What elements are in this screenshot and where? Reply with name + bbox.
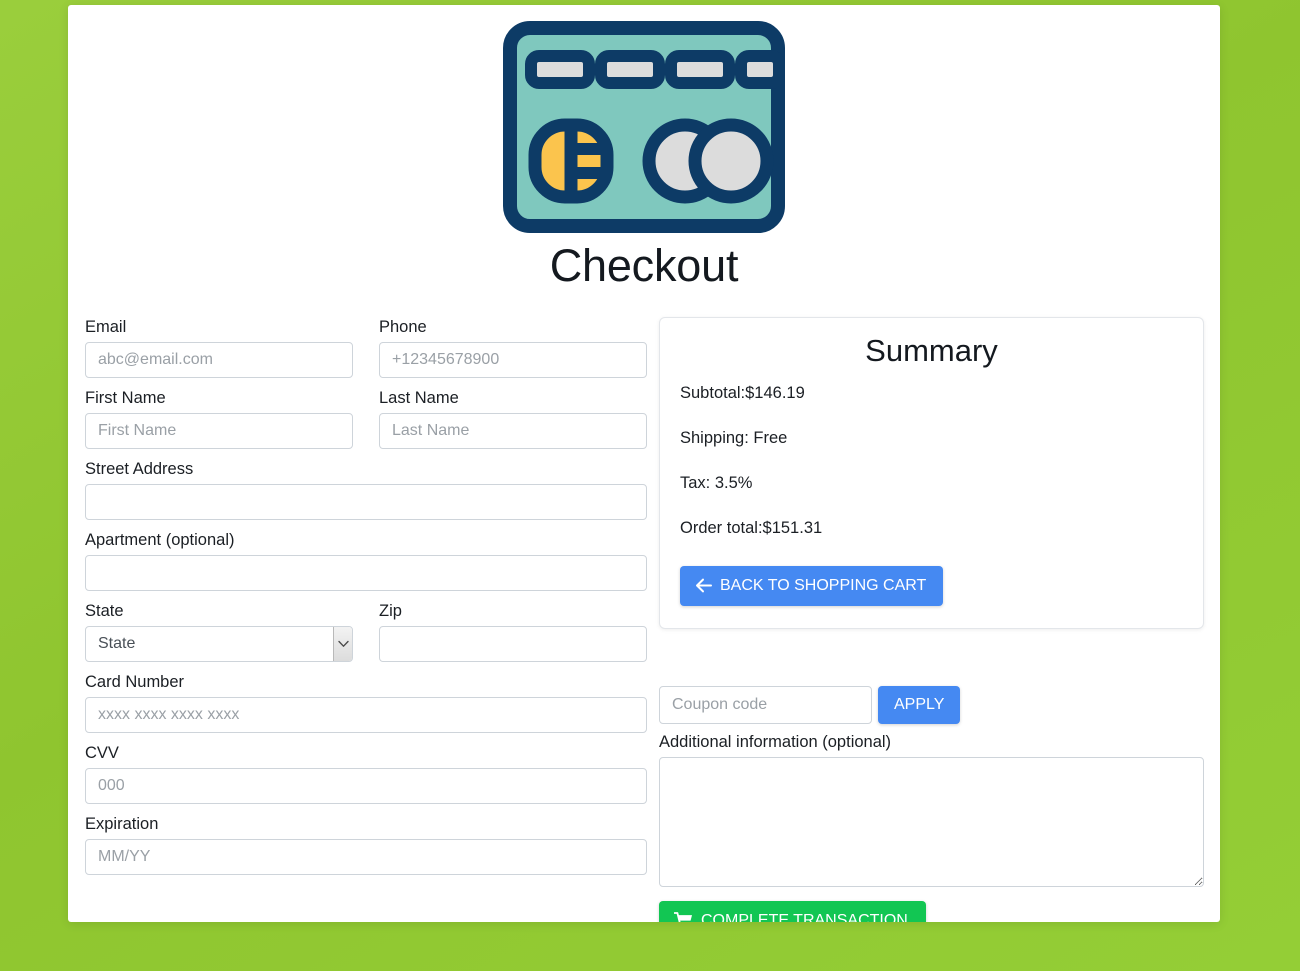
back-to-shopping-cart-label: BACK TO SHOPPING CART xyxy=(720,576,927,594)
last-name-input[interactable] xyxy=(379,412,647,449)
phone-field-group: Phone xyxy=(379,317,647,378)
expiration-input[interactable] xyxy=(85,838,647,875)
back-to-shopping-cart-button[interactable]: BACK TO SHOPPING CART xyxy=(680,565,944,606)
cvv-field-group: CVV xyxy=(85,743,647,804)
summary-title: Summary xyxy=(865,332,998,368)
state-select-wrapper[interactable]: State xyxy=(85,625,353,662)
summary-tax: Tax: 3.5% xyxy=(680,473,753,492)
street-address-field-group: Street Address xyxy=(85,459,647,520)
summary-order-total: Order total:$151.31 xyxy=(680,518,823,537)
state-label: State xyxy=(85,601,124,620)
arrow-left-icon xyxy=(696,578,712,593)
apply-coupon-label: APPLY xyxy=(894,695,945,713)
cvv-input[interactable] xyxy=(85,767,647,804)
state-field-group: State State xyxy=(85,601,353,662)
cvv-label: CVV xyxy=(85,743,119,762)
summary-shipping: Shipping: Free xyxy=(680,428,788,447)
coupon-row: APPLY xyxy=(659,685,1204,724)
street-address-input[interactable] xyxy=(85,483,647,520)
zip-input[interactable] xyxy=(379,625,647,662)
expiration-label: Expiration xyxy=(85,814,159,833)
apartment-label: Apartment (optional) xyxy=(85,530,235,549)
first-name-input[interactable] xyxy=(85,412,353,449)
state-zip-row: State State Zip xyxy=(85,601,647,672)
zip-field-group: Zip xyxy=(379,601,647,662)
email-field-group: Email xyxy=(85,317,353,378)
complete-transaction-button[interactable]: COMPLETE TRANSACTION xyxy=(659,900,926,922)
apartment-field-group: Apartment (optional) xyxy=(85,530,647,591)
phone-label: Phone xyxy=(379,317,427,336)
apartment-input[interactable] xyxy=(85,554,647,591)
checkout-page-card: Checkout Email Phone First Name xyxy=(68,5,1220,922)
complete-transaction-label: COMPLETE TRANSACTION xyxy=(701,911,908,922)
email-phone-row: Email Phone xyxy=(85,317,647,388)
shopping-cart-icon xyxy=(674,912,692,922)
page-header: Checkout xyxy=(68,5,1220,291)
additional-information-textarea[interactable] xyxy=(659,756,1204,887)
summary-panel: Summary Subtotal:$146.19 Shipping: Free … xyxy=(659,316,1204,629)
last-name-label: Last Name xyxy=(379,388,459,407)
additional-information-label: Additional information (optional) xyxy=(659,732,892,751)
phone-input[interactable] xyxy=(379,341,647,378)
last-name-field-group: Last Name xyxy=(379,388,647,449)
name-row: First Name Last Name xyxy=(85,388,647,459)
zip-label: Zip xyxy=(379,601,402,620)
billing-form: Email Phone First Name Last Name xyxy=(85,317,647,885)
page-title: Checkout xyxy=(549,240,739,291)
email-input[interactable] xyxy=(85,341,353,378)
summary-subtotal: Subtotal:$146.19 xyxy=(680,383,805,402)
street-address-label: Street Address xyxy=(85,459,194,478)
first-name-label: First Name xyxy=(85,388,166,407)
credit-card-icon xyxy=(503,21,785,233)
card-number-label: Card Number xyxy=(85,672,185,691)
apply-coupon-button[interactable]: APPLY xyxy=(878,685,961,724)
card-number-field-group: Card Number xyxy=(85,672,647,733)
order-summary-column: Summary Subtotal:$146.19 Shipping: Free … xyxy=(659,316,1204,922)
coupon-code-input[interactable] xyxy=(659,685,872,724)
state-select[interactable]: State xyxy=(85,625,353,662)
card-number-input[interactable] xyxy=(85,696,647,733)
expiration-field-group: Expiration xyxy=(85,814,647,875)
email-label: Email xyxy=(85,317,127,336)
first-name-field-group: First Name xyxy=(85,388,353,449)
